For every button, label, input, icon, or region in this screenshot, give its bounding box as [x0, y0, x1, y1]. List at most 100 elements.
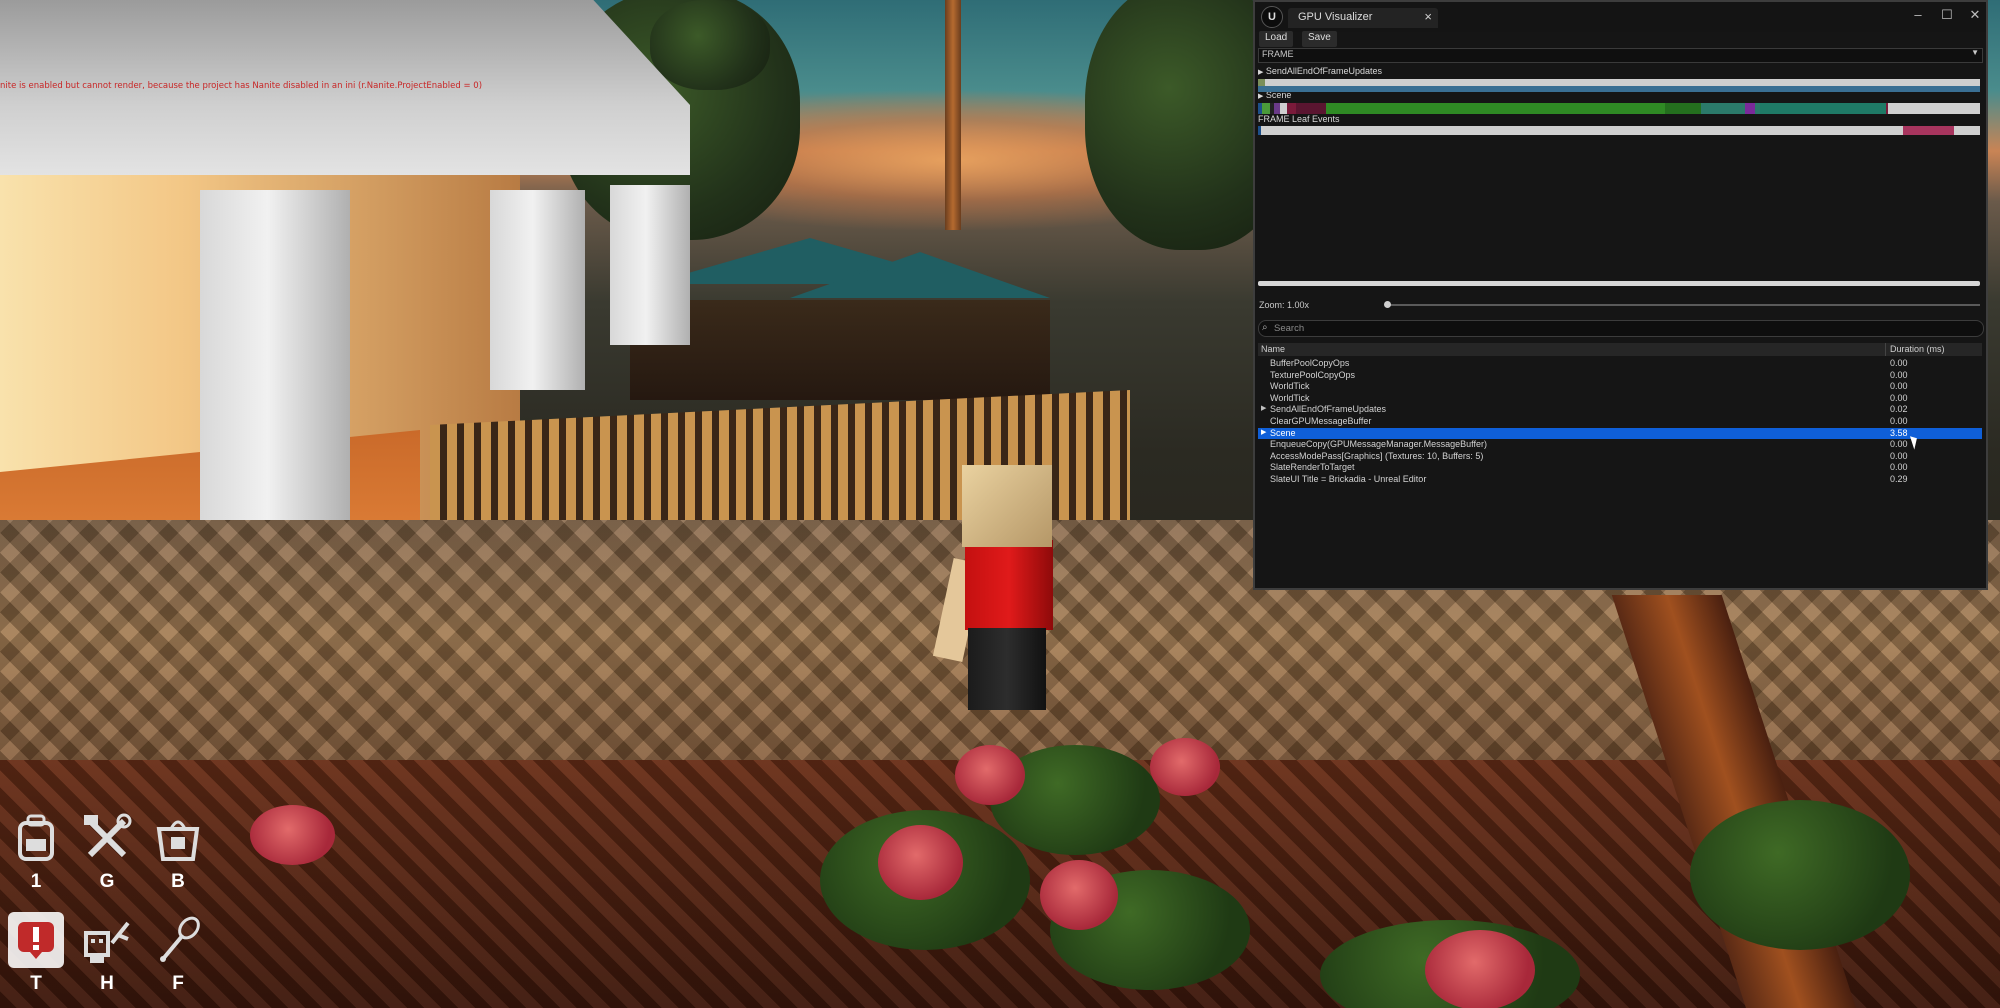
event-name: SendAllEndOfFrameUpdates [1270, 404, 1387, 415]
event-name: EnqueueCopy(GPUMessageManager.MessageBuf… [1270, 439, 1487, 450]
event-duration: 0.00 [1890, 358, 1908, 368]
event-duration: 0.00 [1890, 439, 1908, 450]
chevron-right-icon: ▶ [1258, 69, 1264, 76]
tab-gpu-visualizer[interactable]: GPU Visualizer × [1288, 8, 1438, 28]
tab-title: GPU Visualizer [1298, 11, 1373, 23]
frame-selector[interactable]: FRAME ▼ [1258, 48, 1983, 63]
close-window-button[interactable]: ✕ [1962, 7, 1988, 27]
event-duration: 0.00 [1890, 450, 1908, 461]
zoom-slider-track[interactable] [1385, 304, 1980, 306]
zoom-slider-handle[interactable] [1384, 301, 1391, 308]
event-name: ClearGPUMessageBuffer [1270, 415, 1372, 426]
timeline-row-label: SendAllEndOfFrameUpdates [1265, 66, 1382, 76]
window-titlebar[interactable]: U GPU Visualizer × – ☐ ✕ [1255, 2, 1986, 32]
hotbar-key: H [100, 973, 114, 994]
table-row[interactable]: WorldTick 0.00 [1258, 393, 1982, 405]
hotbar-slot-pen[interactable]: F [143, 912, 213, 995]
table-row[interactable]: WorldTick 0.00 [1258, 381, 1982, 393]
timeline-bar-highlight [1258, 86, 1980, 92]
flower [1040, 860, 1118, 930]
player-legs [968, 628, 1046, 710]
events-table: BufferPoolCopyOps 0.00 TexturePoolCopyOps… [1258, 358, 1982, 486]
timeline-row-leaf-events: FRAME Leaf Events [1258, 114, 1340, 124]
hotbar-key: G [99, 871, 115, 892]
event-duration: 0.02 [1890, 404, 1908, 415]
unreal-logo-icon: U [1261, 6, 1283, 28]
column-header-duration[interactable]: Duration (ms) [1890, 344, 1945, 354]
build-worker-icon [79, 912, 135, 968]
palm-trunk [945, 0, 961, 230]
search-input[interactable] [1274, 321, 1964, 335]
table-row[interactable]: AccessModePass[Graphics] (Textures: 10, … [1258, 451, 1982, 463]
brick-bag-icon [150, 810, 206, 866]
expand-arrow-icon[interactable]: ▶ [1261, 428, 1266, 436]
events-table-header: Name Duration (ms) [1258, 343, 1982, 356]
load-button[interactable]: Load [1259, 31, 1294, 47]
player-head [962, 465, 1052, 547]
expand-arrow-icon[interactable]: ▶ [1261, 404, 1266, 412]
table-row[interactable]: BufferPoolCopyOps 0.00 [1258, 358, 1982, 370]
event-duration: 3.58 [1890, 427, 1908, 438]
search-icon: ⌕ [1262, 322, 1268, 333]
timeline-row-label: FRAME Leaf Events [1258, 114, 1340, 124]
table-row-selected[interactable]: ▶ Scene 3.58 [1258, 427, 1982, 440]
maximize-button[interactable]: ☐ [1934, 7, 1960, 27]
table-row[interactable]: ▶ SendAllEndOfFrameUpdates 0.02 [1258, 404, 1982, 416]
timeline-row-sendallendofframeupdates[interactable]: ▶ SendAllEndOfFrameUpdates [1258, 66, 1382, 76]
house-pillar [490, 190, 585, 390]
event-duration: 0.00 [1890, 462, 1908, 473]
hotbar-key: F [172, 973, 184, 994]
flower [250, 805, 335, 865]
hotbar-slot-alerts[interactable]: T [1, 912, 71, 995]
hotbar-slot-inventory[interactable]: 1 [1, 810, 71, 893]
hotbar-slot-tools[interactable]: G [72, 810, 142, 893]
zoom-label: Zoom: 1.00x [1259, 300, 1310, 310]
event-name: SlateRenderToTarget [1270, 462, 1355, 473]
save-button[interactable]: Save [1302, 31, 1337, 47]
alert-icon [8, 912, 64, 968]
event-duration: 0.29 [1890, 473, 1908, 484]
timeline-bar-scene[interactable] [1258, 103, 1980, 114]
event-name: TexturePoolCopyOps [1270, 369, 1356, 380]
event-duration: 0.00 [1890, 392, 1908, 403]
toolbar: Load Save [1255, 31, 1986, 47]
close-icon[interactable]: × [1424, 9, 1432, 24]
table-row[interactable]: EnqueueCopy(GPUMessageManager.MessageBuf… [1258, 439, 1982, 451]
flower [1425, 930, 1535, 1008]
flower [878, 825, 963, 900]
event-name: WorldTick [1270, 392, 1310, 403]
player-torso [965, 540, 1053, 630]
table-row[interactable]: TexturePoolCopyOps 0.00 [1258, 370, 1982, 382]
event-name: Scene [1270, 427, 1296, 438]
chevron-down-icon: ▼ [1971, 48, 1979, 57]
hammer-wrench-icon [79, 810, 135, 866]
table-row[interactable]: SlateRenderToTarget 0.00 [1258, 462, 1982, 474]
minimize-button[interactable]: – [1905, 7, 1931, 27]
timeline-bar-leaf-events[interactable] [1258, 126, 1980, 135]
pen-icon [150, 912, 206, 968]
hotbar-slot-build[interactable]: H [72, 912, 142, 995]
house-pillar [200, 190, 350, 570]
hotbar-key: T [30, 973, 42, 994]
column-header-name[interactable]: Name [1261, 344, 1285, 354]
search-box[interactable]: ⌕ [1258, 320, 1984, 337]
chevron-right-icon: ▶ [1258, 93, 1264, 100]
plant-leaf [1690, 800, 1910, 950]
event-name: SlateUI Title = Brickadia - Unreal Edito… [1270, 473, 1427, 484]
backpack-icon [8, 810, 64, 866]
table-row[interactable]: ClearGPUMessageBuffer 0.00 [1258, 416, 1982, 428]
timeline-scrollbar[interactable] [1258, 281, 1980, 286]
column-separator[interactable] [1885, 343, 1886, 356]
event-duration: 0.00 [1890, 369, 1908, 380]
event-name: AccessModePass[Graphics] (Textures: 10, … [1270, 450, 1484, 461]
event-name: BufferPoolCopyOps [1270, 358, 1350, 368]
event-duration: 0.00 [1890, 415, 1908, 426]
flower [955, 745, 1025, 805]
house-pillar [610, 185, 690, 345]
gpu-visualizer-window: U GPU Visualizer × – ☐ ✕ Load Save FRAME… [1253, 0, 1988, 590]
event-name: WorldTick [1270, 381, 1310, 392]
hotbar-slot-bricks[interactable]: B [143, 810, 213, 893]
hotbar-key: B [171, 871, 185, 892]
hotbar-key: 1 [30, 871, 42, 892]
table-row[interactable]: SlateUI Title = Brickadia - Unreal Edito… [1258, 474, 1982, 486]
